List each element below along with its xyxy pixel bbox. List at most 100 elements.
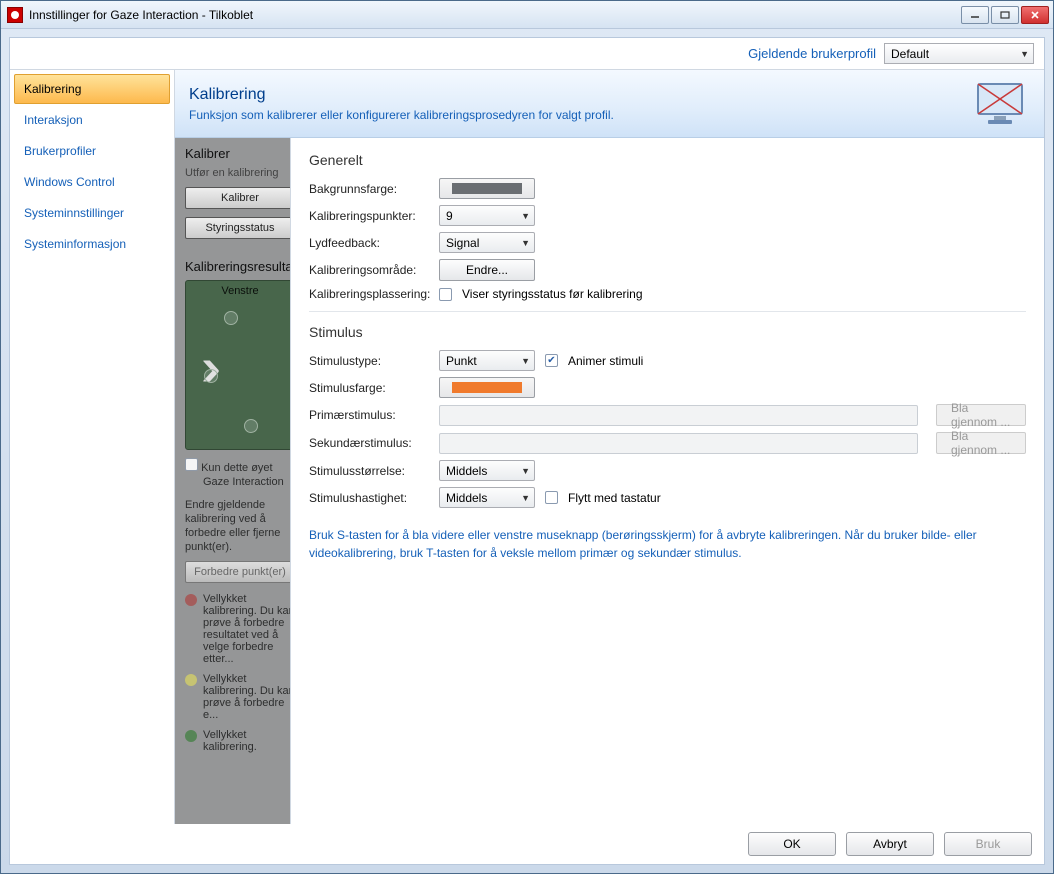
area-label: Kalibreringsområde: bbox=[309, 263, 439, 277]
animate-label: Animer stimuli bbox=[568, 354, 643, 368]
help-text: Bruk S-tasten for å bla videre eller ven… bbox=[309, 526, 1026, 562]
chevron-down-icon: ▼ bbox=[521, 356, 530, 366]
secondary-label: Sekundærstimulus: bbox=[309, 436, 439, 450]
bp-kalibrer-button[interactable]: Kalibrer bbox=[185, 187, 295, 209]
bp-only-eye-checkbox[interactable] bbox=[185, 458, 198, 471]
body: Kalibrering Interaksjon Brukerprofiler W… bbox=[10, 70, 1044, 824]
section-description: Funksjon som kalibrerer eller konfigurer… bbox=[189, 108, 962, 122]
profile-value: Default bbox=[891, 47, 929, 61]
sidebar-item-label: Systeminnstillinger bbox=[24, 206, 124, 220]
stimsize-label: Stimulusstørrelse: bbox=[309, 464, 439, 478]
monitor-calibration-icon bbox=[974, 80, 1030, 128]
stimspeed-select[interactable]: Middels ▼ bbox=[439, 487, 535, 508]
profile-select[interactable]: Default ▼ bbox=[884, 43, 1034, 64]
animate-checkbox[interactable] bbox=[545, 354, 558, 367]
inner-frame: Gjeldende brukerprofil Default ▼ Kalibre… bbox=[9, 37, 1045, 865]
maximize-button[interactable] bbox=[991, 6, 1019, 24]
main: Kalibrering Funksjon som kalibrerer elle… bbox=[175, 70, 1044, 824]
status-dot-yellow-icon bbox=[185, 674, 197, 686]
stimtype-value: Punkt bbox=[446, 354, 477, 368]
back-panel-dimmed: Kalibrer Utfør en kalibrering Kalibrer S… bbox=[175, 138, 305, 824]
app-icon bbox=[7, 7, 23, 23]
secondary-input[interactable] bbox=[439, 433, 918, 454]
sound-select[interactable]: Signal ▼ bbox=[439, 232, 535, 253]
close-button[interactable] bbox=[1021, 6, 1049, 24]
stimcolor-swatch-button[interactable] bbox=[439, 377, 535, 398]
apply-button[interactable]: Bruk bbox=[944, 832, 1032, 856]
stimtype-label: Stimulustype: bbox=[309, 354, 439, 368]
general-section-title: Generelt bbox=[309, 152, 1026, 168]
window-buttons bbox=[961, 6, 1049, 24]
ok-button[interactable]: OK bbox=[748, 832, 836, 856]
sidebar-item-kalibrering[interactable]: Kalibrering bbox=[14, 74, 170, 104]
stimcolor-label: Stimulusfarge: bbox=[309, 381, 439, 395]
chevron-down-icon: ▼ bbox=[1020, 49, 1029, 59]
sidebar-item-label: Systeminformasjon bbox=[24, 237, 126, 251]
bp-styringsstatus-button[interactable]: Styringsstatus bbox=[185, 217, 295, 239]
placement-label: Kalibreringsplassering: bbox=[309, 287, 439, 301]
stimspeed-value: Middels bbox=[446, 491, 487, 505]
chevron-down-icon: ▼ bbox=[521, 238, 530, 248]
sidebar-item-interaksjon[interactable]: Interaksjon bbox=[14, 105, 170, 135]
legend-yellow: Vellykket kalibrering. Du kan prøve å fo… bbox=[185, 673, 295, 721]
profile-label: Gjeldende brukerprofil bbox=[748, 46, 876, 61]
section-title: Kalibrering bbox=[189, 86, 962, 104]
placement-chk-label: Viser styringsstatus før kalibrering bbox=[462, 287, 643, 301]
stimtype-select[interactable]: Punkt ▼ bbox=[439, 350, 535, 371]
bp-result-preview: Venstre ›› bbox=[185, 280, 295, 450]
chevron-down-icon: ▼ bbox=[521, 211, 530, 221]
sound-value: Signal bbox=[446, 236, 479, 250]
stimspeed-label: Stimulushastighet: bbox=[309, 491, 439, 505]
stimcolor-swatch bbox=[452, 382, 522, 393]
settings-panel: Generelt Bakgrunnsfarge: Kalibreringspun… bbox=[290, 138, 1044, 824]
bgcolor-label: Bakgrunnsfarge: bbox=[309, 182, 439, 196]
keyboard-move-label: Flytt med tastatur bbox=[568, 491, 661, 505]
cancel-button[interactable]: Avbryt bbox=[846, 832, 934, 856]
bp-chk-row: Kun dette øyet Gaze Interaction bbox=[185, 458, 295, 490]
minimize-button[interactable] bbox=[961, 6, 989, 24]
points-label: Kalibreringspunkter: bbox=[309, 209, 439, 223]
bgcolor-swatch-button[interactable] bbox=[439, 178, 535, 199]
stimsize-select[interactable]: Middels ▼ bbox=[439, 460, 535, 481]
bp-kalibrer-head: Kalibrer bbox=[185, 146, 295, 161]
points-select[interactable]: 9 ▼ bbox=[439, 205, 535, 226]
secondary-browse-button[interactable]: Bla gjennom ... bbox=[936, 432, 1026, 454]
calib-dot bbox=[204, 369, 218, 383]
sidebar: Kalibrering Interaksjon Brukerprofiler W… bbox=[10, 70, 175, 824]
placement-checkbox[interactable] bbox=[439, 288, 452, 301]
bp-kalibrer-sub: Utfør en kalibrering bbox=[185, 167, 295, 179]
window-frame: Innstillinger for Gaze Interaction - Til… bbox=[0, 0, 1054, 874]
sidebar-item-windows-control[interactable]: Windows Control bbox=[14, 167, 170, 197]
primary-input[interactable] bbox=[439, 405, 918, 426]
bgcolor-swatch bbox=[452, 183, 522, 194]
legend-green: Vellykket kalibrering. bbox=[185, 729, 295, 753]
chevron-down-icon: ▼ bbox=[521, 493, 530, 503]
primary-browse-button[interactable]: Bla gjennom ... bbox=[936, 404, 1026, 426]
divider bbox=[309, 311, 1026, 312]
bp-para: Endre gjeldende kalibrering ved å forbed… bbox=[185, 498, 295, 555]
sidebar-item-systeminnstillinger[interactable]: Systeminnstillinger bbox=[14, 198, 170, 228]
sound-label: Lydfeedback: bbox=[309, 236, 439, 250]
keyboard-move-checkbox[interactable] bbox=[545, 491, 558, 504]
sidebar-item-label: Interaksjon bbox=[24, 113, 83, 127]
sidebar-item-systeminformasjon[interactable]: Systeminformasjon bbox=[14, 229, 170, 259]
status-dot-red-icon bbox=[185, 594, 197, 606]
profile-bar: Gjeldende brukerprofil Default ▼ bbox=[10, 38, 1044, 70]
calib-dot bbox=[244, 419, 258, 433]
stimulus-section-title: Stimulus bbox=[309, 324, 1026, 340]
bp-improve-button[interactable]: Forbedre punkt(er) bbox=[185, 561, 295, 583]
titlebar: Innstillinger for Gaze Interaction - Til… bbox=[1, 1, 1053, 29]
bp-green-head: Venstre bbox=[186, 281, 294, 297]
bp-result-head: Kalibreringsresultat bbox=[185, 259, 295, 274]
section-header: Kalibrering Funksjon som kalibrerer elle… bbox=[175, 70, 1044, 138]
points-value: 9 bbox=[446, 209, 453, 223]
area-change-button[interactable]: Endre... bbox=[439, 259, 535, 281]
window-title: Innstillinger for Gaze Interaction - Til… bbox=[29, 8, 961, 22]
legend-red: Vellykket kalibrering. Du kan prøve å fo… bbox=[185, 593, 295, 665]
primary-label: Primærstimulus: bbox=[309, 408, 439, 422]
sidebar-item-label: Brukerprofiler bbox=[24, 144, 96, 158]
content: Kalibrer Utfør en kalibrering Kalibrer S… bbox=[175, 138, 1044, 824]
sidebar-item-brukerprofiler[interactable]: Brukerprofiler bbox=[14, 136, 170, 166]
stimsize-value: Middels bbox=[446, 464, 487, 478]
chevron-down-icon: ▼ bbox=[521, 466, 530, 476]
